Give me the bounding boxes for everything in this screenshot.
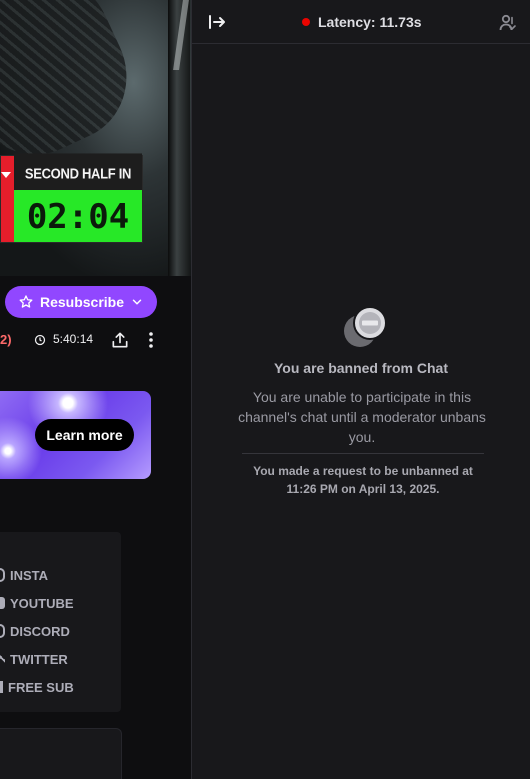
star-icon bbox=[19, 295, 33, 308]
panel-link-label: DISCORD bbox=[10, 623, 70, 639]
stream-uptime: 5:40:14 bbox=[53, 332, 94, 346]
panel-link-discord[interactable]: DISCORD bbox=[0, 621, 70, 641]
panel-link-label: YOUTUBE bbox=[10, 595, 74, 611]
panel-link-label: INSTA bbox=[10, 567, 49, 583]
ban-description: You are unable to participate in this ch… bbox=[238, 389, 486, 445]
ban-title: You are banned from Chat bbox=[274, 360, 448, 376]
video-player[interactable]: SECOND HALF IN 02:04 bbox=[0, 0, 191, 276]
learn-more-button[interactable]: Learn more bbox=[35, 419, 134, 451]
chat-pane: Latency: 11.73s You are banned from Chat… bbox=[192, 0, 530, 779]
resubscribe-button[interactable]: Resubscribe bbox=[5, 286, 157, 318]
scoreboard-red-strip bbox=[1, 156, 14, 242]
promo-banner: Learn more bbox=[0, 391, 151, 479]
panel-link-free-sub[interactable]: FREE SUB bbox=[0, 677, 74, 697]
latency-text: Latency: 11.73s bbox=[318, 14, 422, 30]
free-sub-icon bbox=[0, 681, 3, 693]
viewer-count: 2) bbox=[0, 332, 12, 347]
instagram-icon bbox=[0, 568, 5, 582]
chevron-down-icon bbox=[132, 299, 142, 305]
channel-panel-secondary bbox=[0, 728, 122, 779]
youtube-icon bbox=[0, 597, 5, 609]
channel-panel: INSTA YOUTUBE DISCORD TWITTER FREE SUB bbox=[0, 532, 121, 712]
panel-link-youtube[interactable]: YOUTUBE bbox=[0, 593, 74, 613]
community-icon[interactable] bbox=[499, 14, 517, 32]
panel-link-twitter[interactable]: TWITTER bbox=[0, 649, 68, 669]
share-icon[interactable] bbox=[110, 330, 130, 350]
banned-icon bbox=[344, 306, 387, 347]
latency-dot bbox=[302, 18, 310, 26]
x-twitter-icon bbox=[0, 654, 5, 664]
panel-link-label: TWITTER bbox=[10, 651, 68, 667]
panel-link-label: FREE SUB bbox=[8, 679, 74, 695]
latency-indicator: Latency: 11.73s bbox=[302, 14, 422, 30]
discord-icon bbox=[0, 624, 5, 638]
unban-request-text: You made a request to be unbanned at 11:… bbox=[253, 464, 473, 496]
video-scene-tunnel bbox=[0, 0, 149, 176]
stream-meta-row: 2) 5:40:14 bbox=[0, 330, 191, 350]
chat-header: Latency: 11.73s bbox=[192, 0, 530, 44]
collapse-chat-icon[interactable] bbox=[208, 14, 226, 30]
more-vertical-icon[interactable] bbox=[144, 330, 158, 350]
scoreboard-arrow-icon bbox=[1, 172, 11, 178]
scoreboard-overlay: SECOND HALF IN 02:04 bbox=[0, 153, 143, 243]
panel-link-insta[interactable]: INSTA bbox=[0, 565, 48, 585]
scoreboard-time: 02:04 bbox=[14, 190, 142, 242]
ban-divider bbox=[242, 453, 484, 454]
resubscribe-label: Resubscribe bbox=[39, 294, 125, 310]
stream-column: SECOND HALF IN 02:04 Resubscribe 2) 5:40… bbox=[0, 0, 191, 779]
clock-icon bbox=[34, 334, 46, 346]
scoreboard-label: SECOND HALF IN bbox=[14, 153, 142, 193]
